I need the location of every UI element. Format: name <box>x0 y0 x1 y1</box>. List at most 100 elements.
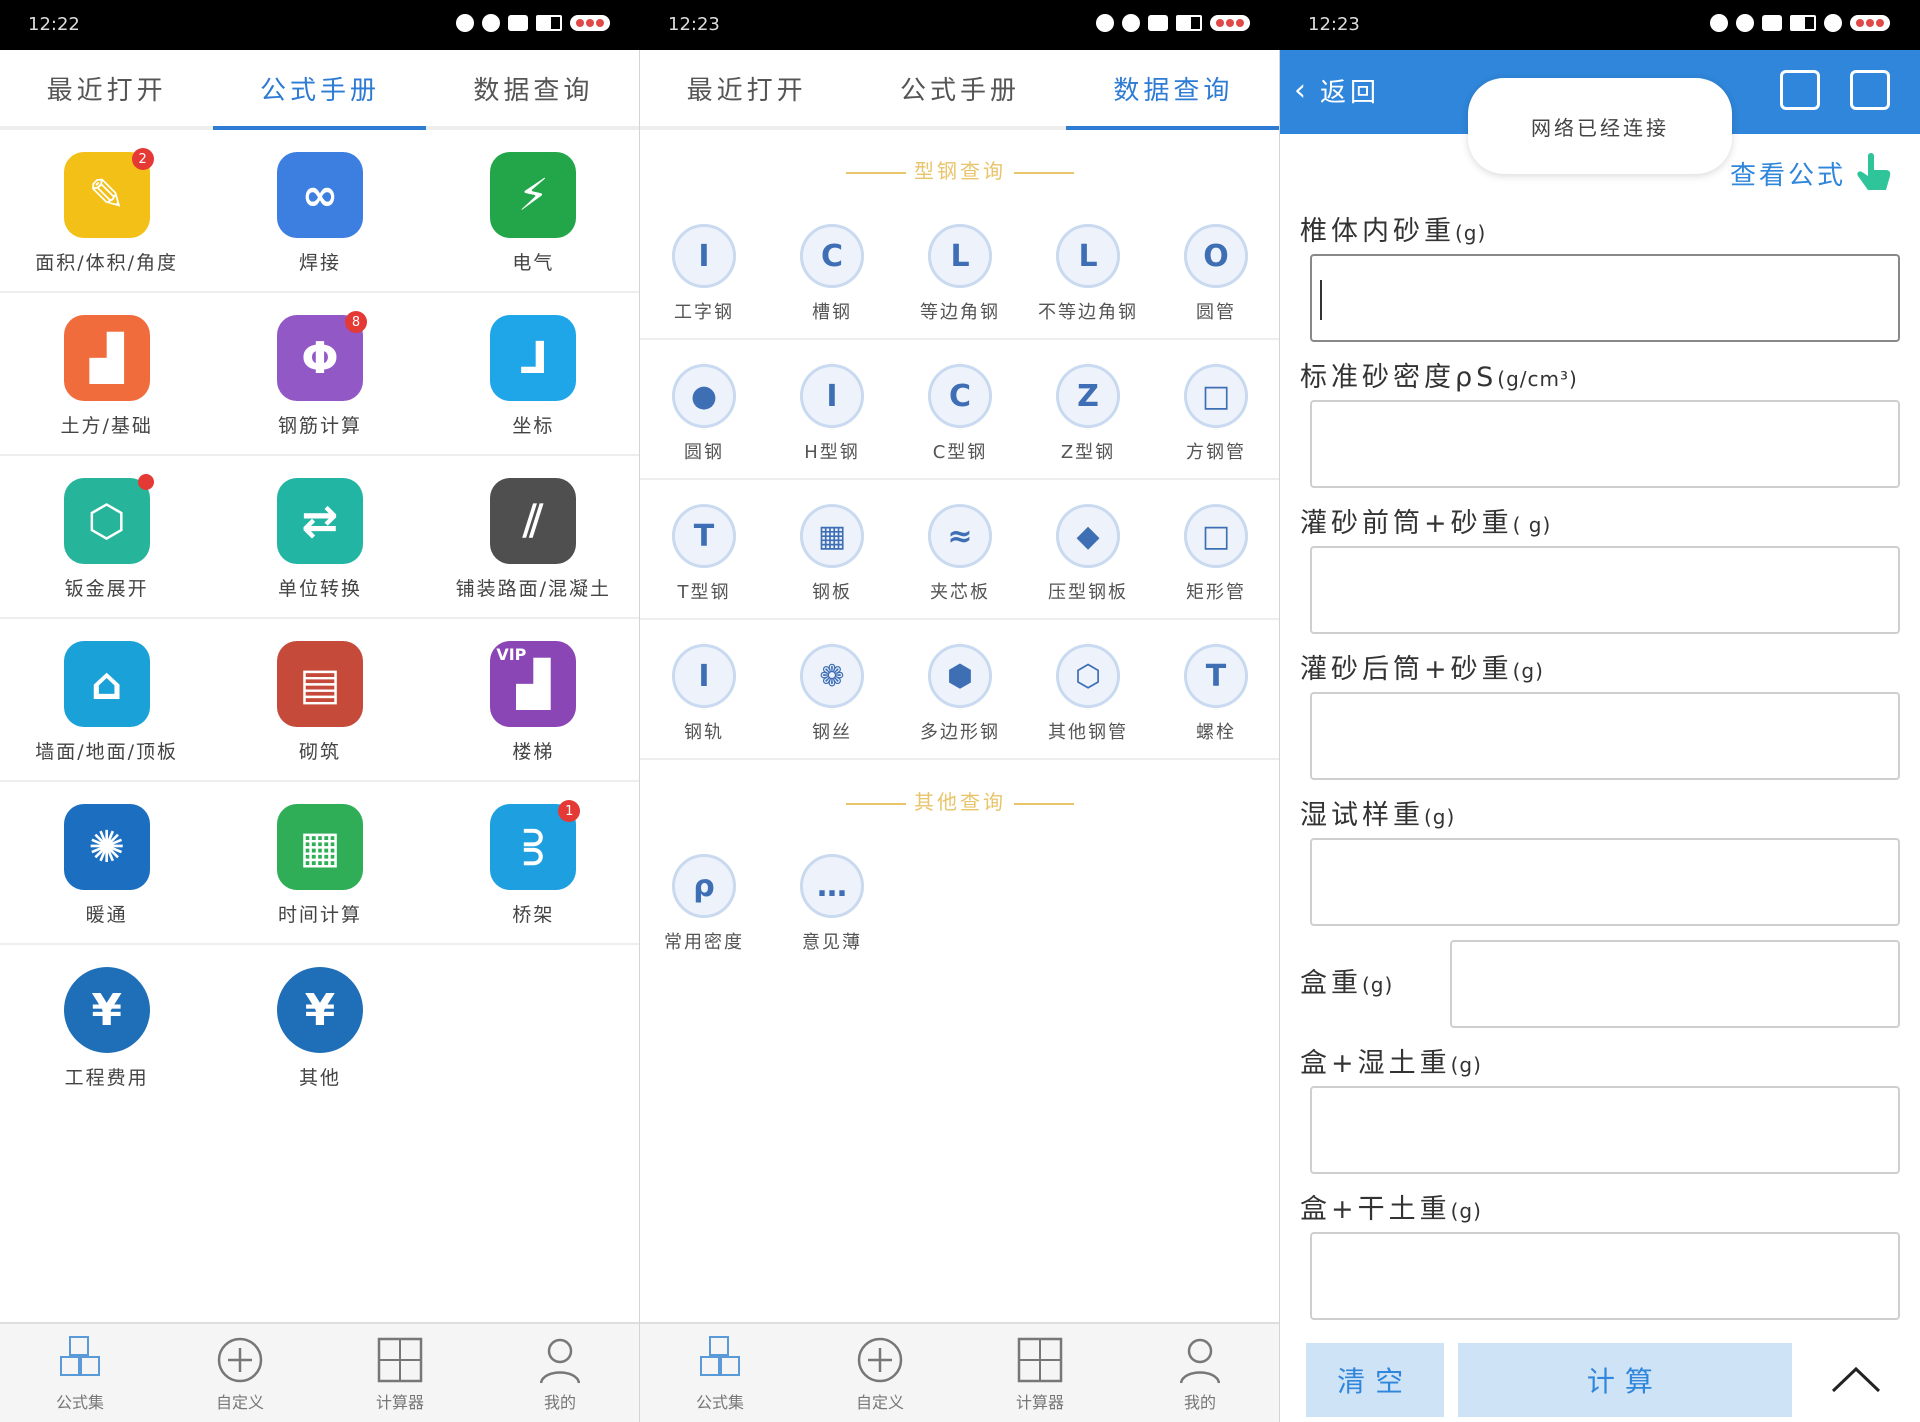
category-item[interactable]: ✺ 暖通 <box>0 782 213 943</box>
edit-square-icon[interactable] <box>1850 70 1890 110</box>
query-item[interactable]: C C型钢 <box>896 340 1024 478</box>
category-item[interactable]: ⌂ 墙面/地面/顶板 <box>0 619 213 780</box>
query-label: 多边形钢 <box>920 722 1000 743</box>
query-item[interactable]: ≈ 夹芯板 <box>896 480 1024 618</box>
edit-note-icon[interactable] <box>1780 70 1820 110</box>
category-item[interactable]: ¥ 其他 <box>213 945 426 1108</box>
bottom-nav: 公式集 自定义 计算器 我的 <box>640 1322 1280 1422</box>
field-label-text: 椎体内砂重 <box>1300 216 1455 247</box>
query-item[interactable]: □ 方钢管 <box>1152 340 1280 478</box>
field-unit: (g) <box>1362 973 1394 997</box>
nav-label: 计算器 <box>375 1393 424 1412</box>
icon-glyph: ▟ <box>516 658 551 710</box>
query-label: 意见薄 <box>802 932 862 953</box>
category-item[interactable]: ▦ 时间计算 <box>213 782 426 943</box>
query-label: H型钢 <box>804 442 860 463</box>
nav-item[interactable]: 计算器 <box>320 1324 480 1422</box>
link-icon: ∞ <box>276 152 363 238</box>
steel-shape-icon: L <box>928 224 992 288</box>
query-item[interactable]: □ 矩形管 <box>1152 480 1280 618</box>
nav-item[interactable]: 计算器 <box>960 1324 1120 1422</box>
numeric-input[interactable] <box>1310 400 1900 488</box>
query-item[interactable]: ⬡ 其他钢管 <box>1024 620 1152 758</box>
formula-handbook-screen: 12:22 最近打开 公式手册 数据查询 ✎ 2 面积/体积/角度 ∞ 焊接 ⚡ 电气 ▟ 土方… <box>0 0 640 1422</box>
bridge-icon: ⫖ 1 <box>490 800 581 890</box>
query-item[interactable]: T T型钢 <box>640 480 768 618</box>
tab-data-query[interactable]: 数据查询 <box>427 50 640 126</box>
category-row: ✺ 暖通 ▦ 时间计算 ⫖ 1 桥架 <box>0 782 640 945</box>
category-item[interactable]: ∞ 焊接 <box>213 130 426 291</box>
back-button[interactable]: ‹ 返回 <box>1294 72 1380 109</box>
tab-recent[interactable]: 最近打开 <box>640 50 853 126</box>
query-label: 钢丝 <box>812 722 852 743</box>
category-item[interactable]: ⬡ 钣金展开 <box>0 456 213 617</box>
numeric-input[interactable] <box>1310 838 1900 926</box>
category-item[interactable]: Φ 8 钢筋计算 <box>213 293 426 454</box>
plus-circle-icon <box>213 1333 267 1387</box>
numeric-input[interactable] <box>1310 1232 1900 1320</box>
icon-glyph: ⫽ <box>523 495 544 547</box>
clear-button[interactable]: 清空 <box>1306 1343 1445 1417</box>
tab-formula-handbook[interactable]: 公式手册 <box>213 50 426 126</box>
status-time: 12:22 <box>28 14 80 35</box>
mute-icon <box>1736 14 1754 32</box>
notification-badge <box>137 474 154 490</box>
status-bar: 12:23 <box>1280 0 1920 50</box>
icon-glyph: ✎ <box>88 169 126 221</box>
category-item[interactable]: ⇄ 单位转换 <box>213 456 426 617</box>
category-item[interactable]: ✎ 2 面积/体积/角度 <box>0 130 213 291</box>
category-item[interactable]: ⫖ 1 桥架 <box>427 782 640 943</box>
wifi-icon <box>1824 14 1842 32</box>
form-field: 椎体内砂重(g) <box>1300 210 1900 342</box>
query-item[interactable]: L 等边角钢 <box>896 200 1024 338</box>
nav-item[interactable]: 我的 <box>480 1324 640 1422</box>
numeric-input[interactable] <box>1310 254 1900 342</box>
tab-recent[interactable]: 最近打开 <box>0 50 213 126</box>
text-caret <box>1320 280 1322 320</box>
query-item[interactable]: Z Z型钢 <box>1024 340 1152 478</box>
query-item[interactable]: I 钢轨 <box>640 620 768 758</box>
numeric-input[interactable] <box>1450 940 1900 1028</box>
query-item[interactable]: ⬢ 多边形钢 <box>896 620 1024 758</box>
field-label: 盒+干土重(g) <box>1300 1188 1900 1232</box>
query-item[interactable]: ● 圆钢 <box>640 340 768 478</box>
query-item[interactable]: ρ 常用密度 <box>640 830 768 970</box>
nav-item[interactable]: 我的 <box>1120 1324 1280 1422</box>
icon-glyph: ⌂ <box>90 658 123 710</box>
compute-button[interactable]: 计算 <box>1458 1343 1792 1417</box>
category-item[interactable]: ⫽ 铺装路面/混凝土 <box>427 456 640 617</box>
category-item[interactable]: ▤ 砌筑 <box>213 619 426 780</box>
query-item[interactable]: ❁ 钢丝 <box>768 620 896 758</box>
active-tab-indicator <box>1066 126 1280 130</box>
category-item[interactable]: ⅃ 坐标 <box>427 293 640 454</box>
section-title: 型钢查询 <box>914 159 1006 183</box>
scroll-top-button[interactable] <box>1792 1343 1920 1417</box>
nav-item[interactable]: 公式集 <box>0 1324 160 1422</box>
query-item[interactable]: L 不等边角钢 <box>1024 200 1152 338</box>
numeric-input[interactable] <box>1310 692 1900 780</box>
category-item[interactable]: ¥ 工程费用 <box>0 945 213 1108</box>
category-item[interactable]: ▟ VIP 楼梯 <box>427 619 640 780</box>
nav-item[interactable]: 自定义 <box>160 1324 320 1422</box>
query-item[interactable]: … 意见薄 <box>768 830 896 970</box>
category-item[interactable]: ⚡ 电气 <box>427 130 640 291</box>
query-item[interactable]: C 槽钢 <box>768 200 896 338</box>
tab-data-query[interactable]: 数据查询 <box>1067 50 1280 126</box>
query-item[interactable]: I 工字钢 <box>640 200 768 338</box>
nav-item[interactable]: 自定义 <box>800 1324 960 1422</box>
section-other-query: 其他查询 <box>640 786 1280 815</box>
numeric-input[interactable] <box>1310 1086 1900 1174</box>
action-bar: 清空 计算 <box>1280 1338 1920 1422</box>
query-item[interactable]: ▦ 钢板 <box>768 480 896 618</box>
nav-item[interactable]: 公式集 <box>640 1324 800 1422</box>
tab-formula-handbook[interactable]: 公式手册 <box>853 50 1066 126</box>
category-item[interactable]: ▟ 土方/基础 <box>0 293 213 454</box>
query-item[interactable]: I H型钢 <box>768 340 896 478</box>
view-formula-link[interactable]: 查看公式 <box>1730 150 1894 196</box>
query-item[interactable]: T 螺栓 <box>1152 620 1280 758</box>
query-item[interactable]: ◆ 压型钢板 <box>1024 480 1152 618</box>
field-unit: (g) <box>1512 659 1544 683</box>
nav-label: 计算器 <box>1015 1393 1064 1412</box>
numeric-input[interactable] <box>1310 546 1900 634</box>
query-item[interactable]: O 圆管 <box>1152 200 1280 338</box>
